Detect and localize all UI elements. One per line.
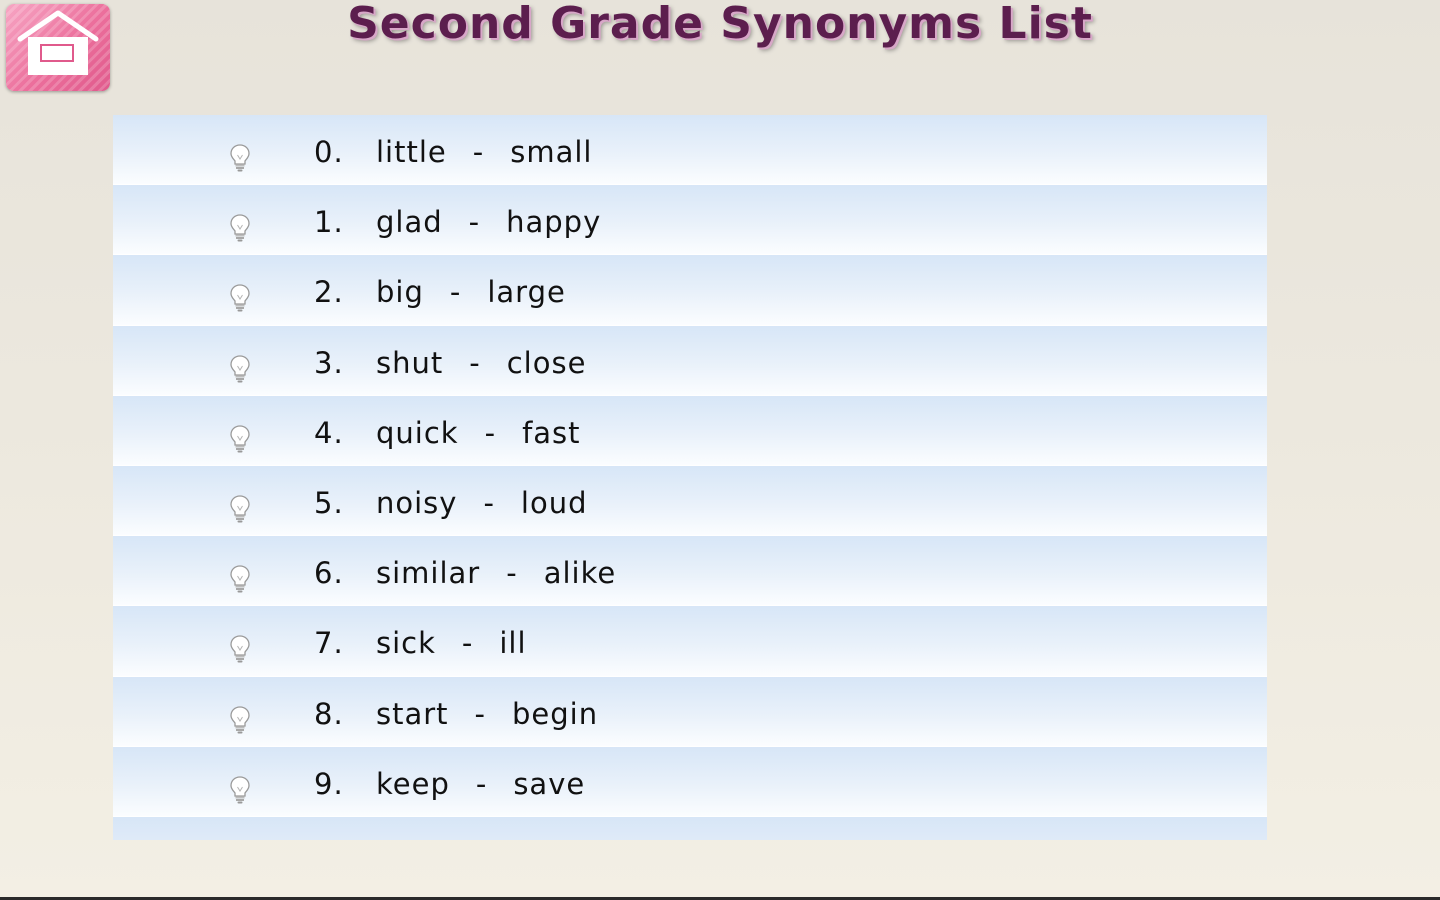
- separator: -: [472, 135, 485, 169]
- list-item[interactable]: 5. noisy - loud: [113, 465, 1267, 537]
- item-number: 5.: [314, 485, 344, 520]
- list-item[interactable]: 0. little - small: [113, 115, 1267, 186]
- word: similar: [376, 556, 481, 591]
- separator: -: [484, 415, 497, 450]
- lightbulb-icon[interactable]: [228, 143, 252, 173]
- synonym: fast: [522, 415, 581, 450]
- synonym-pair: keep - save: [376, 767, 585, 801]
- item-number: 3.: [314, 345, 344, 380]
- synonym-pair: noisy - loud: [376, 486, 588, 520]
- word: sick: [376, 626, 436, 661]
- item-number: 9.: [314, 766, 344, 801]
- synonym: save: [513, 766, 586, 801]
- synonym: large: [487, 275, 566, 310]
- list-item[interactable]: 7. sick - ill: [113, 606, 1267, 677]
- synonym: begin: [512, 696, 599, 731]
- list-item[interactable]: 4. quick - fast: [113, 395, 1267, 466]
- separator: -: [461, 626, 474, 661]
- synonym: ill: [499, 626, 527, 661]
- synonym: close: [506, 345, 587, 380]
- word: big: [376, 275, 424, 310]
- lightbulb-icon[interactable]: [228, 283, 252, 313]
- list-item[interactable]: 6. similar - alike: [113, 536, 1267, 607]
- synonym-pair: start - begin: [376, 697, 598, 731]
- lightbulb-icon[interactable]: [228, 494, 252, 524]
- lightbulb-icon[interactable]: [228, 634, 252, 664]
- word: start: [376, 696, 449, 731]
- separator: -: [475, 766, 488, 801]
- separator: -: [468, 205, 481, 240]
- item-number: 6.: [314, 556, 344, 591]
- synonym: happy: [506, 205, 602, 240]
- synonym-pair: quick - fast: [376, 416, 581, 450]
- word: little: [376, 135, 447, 169]
- item-number: 4.: [314, 415, 344, 450]
- word: keep: [376, 766, 450, 801]
- synonym: alike: [543, 556, 617, 591]
- word: quick: [376, 415, 459, 450]
- page-title: Second Grade Synonyms List: [347, 0, 1093, 49]
- synonym-pair: shut - close: [376, 346, 586, 380]
- lightbulb-icon[interactable]: [228, 705, 252, 735]
- lightbulb-icon[interactable]: [228, 354, 252, 384]
- list-item[interactable]: 9. keep - save: [113, 746, 1267, 817]
- item-number: 7.: [314, 626, 344, 661]
- separator: -: [469, 345, 481, 380]
- list-item[interactable]: 8. start - begin: [113, 676, 1267, 747]
- synonym-pair: big - large: [376, 275, 566, 309]
- item-number: 0.: [314, 135, 344, 169]
- synonym-pair: glad - happy: [376, 205, 601, 239]
- lightbulb-icon[interactable]: [228, 424, 252, 454]
- separator: -: [474, 696, 487, 731]
- list-item[interactable]: 2. big - large: [113, 255, 1267, 326]
- synonym: loud: [520, 485, 588, 520]
- word: glad: [376, 205, 443, 240]
- synonym-pair: little - small: [376, 135, 592, 169]
- separator: -: [483, 485, 495, 520]
- separator: -: [506, 556, 518, 591]
- synonym-pair: sick - ill: [376, 626, 527, 660]
- lightbulb-icon[interactable]: [228, 775, 252, 805]
- list-item[interactable]: 1. glad - happy: [113, 185, 1267, 256]
- synonym-pair: similar - alike: [376, 556, 616, 590]
- item-number: 1.: [314, 205, 344, 240]
- list-item[interactable]: 3. shut - close: [113, 325, 1267, 396]
- word: shut: [376, 345, 444, 380]
- item-number: 2.: [314, 275, 344, 310]
- item-number: 8.: [314, 696, 344, 731]
- separator: -: [449, 275, 462, 310]
- lightbulb-icon[interactable]: [228, 213, 252, 243]
- list-item-partial: [113, 816, 1267, 840]
- synonym: small: [510, 135, 593, 169]
- lightbulb-icon[interactable]: [228, 564, 252, 594]
- word: noisy: [376, 485, 458, 520]
- synonyms-list[interactable]: 0. little - small 1. glad - happy 2. big - large 3. s…: [113, 115, 1267, 840]
